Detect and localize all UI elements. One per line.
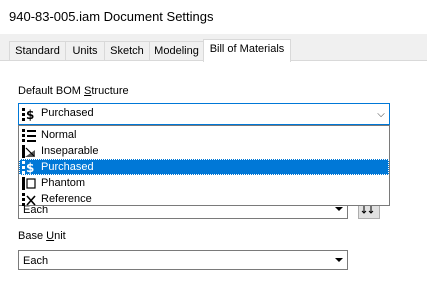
bom-structure-list: Normal Inseparable $ Purchased Phantom R…: [18, 125, 390, 206]
tab-units[interactable]: Units: [65, 41, 105, 61]
title-bar: 940-83-005.iam Document Settings: [0, 0, 427, 34]
base-unit-dropdown[interactable]: Each: [18, 250, 348, 270]
bom-option-normal[interactable]: Normal: [19, 127, 389, 143]
tab-modeling[interactable]: Modeling: [149, 41, 204, 61]
bom-option-phantom[interactable]: Phantom: [19, 175, 389, 191]
bom-option-inseparable[interactable]: Inseparable: [19, 143, 389, 159]
window-title: 940-83-005.iam Document Settings: [9, 9, 214, 24]
bom-option-purchased[interactable]: $ Purchased: [19, 159, 389, 175]
base-unit-label: Base Unit: [18, 230, 66, 242]
bom-structure-value: Purchased: [41, 107, 94, 119]
chevron-down-icon[interactable]: ⌵: [373, 104, 389, 124]
phantom-structure-icon: [22, 177, 36, 190]
bom-structure-label: Default BOM Structure: [18, 85, 129, 97]
tab-bill-of-materials[interactable]: Bill of Materials: [203, 39, 291, 62]
chevron-down-icon[interactable]: [331, 251, 347, 269]
bom-structure-dropdown[interactable]: $ Purchased ⌵: [18, 103, 390, 125]
bom-option-reference[interactable]: Reference: [19, 191, 389, 207]
inseparable-structure-icon: [22, 145, 35, 158]
purchased-structure-icon: $: [22, 161, 34, 174]
svg-text:$: $: [26, 108, 34, 121]
normal-structure-icon: [22, 129, 36, 142]
reference-structure-icon: [22, 193, 36, 206]
tab-standard[interactable]: Standard: [9, 41, 66, 61]
tab-sketch[interactable]: Sketch: [104, 41, 150, 61]
purchased-structure-icon: $: [22, 108, 34, 121]
svg-text:$: $: [26, 161, 34, 174]
